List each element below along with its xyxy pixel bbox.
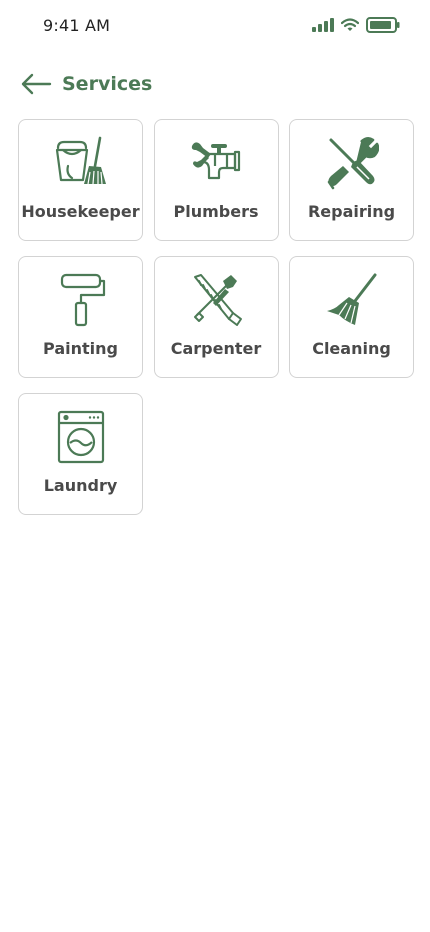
service-label: Cleaning — [312, 339, 391, 358]
service-label: Housekeeper — [21, 202, 140, 221]
service-card-painting[interactable]: Painting — [18, 256, 143, 378]
service-card-plumbers[interactable]: Plumbers — [153, 119, 279, 241]
bucket-broom-icon — [54, 136, 108, 190]
wifi-icon — [341, 18, 359, 31]
service-card-housekeeper[interactable]: Housekeeper — [18, 119, 143, 241]
service-card-carpenter[interactable]: Carpenter — [153, 256, 279, 378]
service-label: Plumbers — [173, 202, 259, 221]
signal-icon — [312, 18, 334, 32]
status-icons — [312, 17, 400, 33]
broom-icon — [325, 273, 379, 327]
services-grid: Housekeeper Plumbers Repairing Painting … — [18, 119, 414, 515]
hammer-saw-icon — [189, 273, 243, 327]
status-time: 9:41 AM — [43, 16, 111, 35]
service-card-laundry[interactable]: Laundry — [18, 393, 143, 515]
service-label: Laundry — [43, 476, 118, 495]
status-bar: 9:41 AM — [0, 0, 430, 52]
arrow-left-icon — [21, 73, 52, 95]
service-card-repairing[interactable]: Repairing — [289, 119, 414, 241]
wrench-screwdriver-icon — [325, 136, 379, 190]
paint-roller-icon — [54, 273, 108, 327]
page-title: Services — [62, 73, 153, 95]
back-button[interactable] — [20, 68, 52, 100]
washing-machine-icon — [54, 410, 108, 464]
service-label: Repairing — [307, 202, 396, 221]
service-label: Painting — [43, 339, 118, 358]
service-label: Carpenter — [170, 339, 262, 358]
header: Services — [20, 68, 152, 100]
battery-icon — [366, 17, 400, 33]
service-card-cleaning[interactable]: Cleaning — [289, 256, 414, 378]
faucet-wrench-icon — [189, 136, 243, 190]
